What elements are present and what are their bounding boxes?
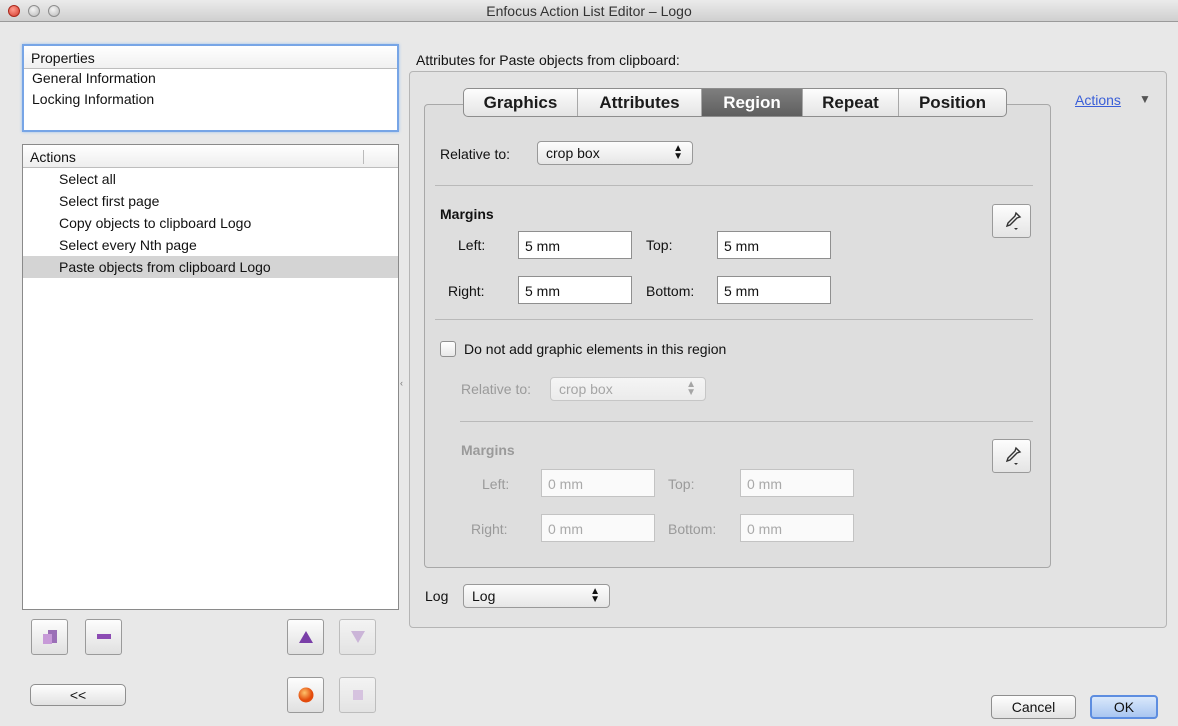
divider <box>435 319 1033 320</box>
move-up-button[interactable] <box>287 619 324 655</box>
stop-button[interactable] <box>339 677 376 713</box>
divider <box>460 421 1033 422</box>
action-item-copy-objects[interactable]: Copy objects to clipboard Logo <box>23 212 398 234</box>
exclude-region-label: Do not add graphic elements in this regi… <box>464 341 727 357</box>
exclude-region-checkbox[interactable] <box>440 341 456 357</box>
action-item-select-first-page[interactable]: Select first page <box>23 190 398 212</box>
region-tab-content <box>424 104 1051 568</box>
collapse-button[interactable]: << <box>30 684 126 706</box>
arrow-down-icon <box>350 631 365 643</box>
exclusion-relative-to-label: Relative to: <box>461 381 532 397</box>
arrow-up-icon <box>298 631 313 643</box>
exclusion-right-label: Right: <box>471 521 508 537</box>
properties-item-locking[interactable]: Locking Information <box>24 90 397 111</box>
relative-to-value: crop box <box>546 145 600 161</box>
exclusion-top-label: Top: <box>668 476 695 492</box>
exclusion-relative-to-value: crop box <box>559 381 613 397</box>
run-button[interactable] <box>287 677 324 713</box>
action-item-select-all[interactable]: Select all <box>23 168 398 190</box>
log-value: Log <box>472 588 496 604</box>
window-title: Enfocus Action List Editor – Logo <box>486 3 692 19</box>
cancel-button[interactable]: Cancel <box>991 695 1076 719</box>
move-down-button[interactable] <box>339 619 376 655</box>
margins-heading: Margins <box>440 206 494 222</box>
top-margin-input[interactable]: 5 mm <box>717 231 831 259</box>
properties-item-general[interactable]: General Information <box>24 69 397 90</box>
remove-action-button[interactable] <box>85 619 122 655</box>
bottom-margin-label: Bottom: <box>646 283 695 299</box>
properties-header: Properties <box>24 46 397 69</box>
add-action-button[interactable] <box>31 619 68 655</box>
divider <box>435 185 1033 186</box>
exclusion-margins-heading: Margins <box>461 442 515 458</box>
tab-repeat[interactable]: Repeat <box>803 89 899 116</box>
log-select[interactable]: Log ▲ ▼ <box>463 584 610 608</box>
pick-exclusion-margins-button[interactable] <box>992 439 1031 473</box>
actions-menu-link[interactable]: Actions <box>1075 92 1121 108</box>
exclusion-right-input[interactable]: 0 mm <box>541 514 655 542</box>
tab-position[interactable]: Position <box>899 89 1006 116</box>
attribute-tabs: Graphics Attributes Region Repeat Positi… <box>463 88 1007 117</box>
add-action-icon <box>42 630 57 644</box>
bottom-margin-input[interactable]: 5 mm <box>717 276 831 304</box>
title-bar: Enfocus Action List Editor – Logo <box>0 0 1178 22</box>
exclusion-top-input[interactable]: 0 mm <box>740 469 854 497</box>
right-margin-label: Right: <box>448 283 485 299</box>
eyedropper-icon <box>1005 446 1021 465</box>
actions-list: Actions Select all Select first page Cop… <box>22 144 399 610</box>
properties-list: Properties General Information Locking I… <box>22 44 399 132</box>
select-arrows-icon: ▲ ▼ <box>590 586 600 605</box>
column-separator <box>363 150 364 164</box>
select-arrows-icon: ▲ ▼ <box>686 379 696 398</box>
left-margin-label: Left: <box>458 237 486 253</box>
exclusion-bottom-input[interactable]: 0 mm <box>740 514 854 542</box>
ok-button[interactable]: OK <box>1090 695 1158 719</box>
exclusion-bottom-label: Bottom: <box>668 521 717 537</box>
exclusion-left-input[interactable]: 0 mm <box>541 469 655 497</box>
action-item-paste-objects[interactable]: Paste objects from clipboard Logo <box>23 256 398 278</box>
record-icon <box>298 687 313 703</box>
relative-to-label: Relative to: <box>440 146 511 162</box>
tab-region[interactable]: Region <box>702 89 803 116</box>
exclusion-relative-to-select[interactable]: crop box ▲ ▼ <box>550 377 706 401</box>
left-margin-input[interactable]: 5 mm <box>518 231 632 259</box>
eyedropper-icon <box>1005 211 1021 230</box>
tab-graphics[interactable]: Graphics <box>464 89 578 116</box>
attributes-heading: Attributes for Paste objects from clipbo… <box>416 52 680 68</box>
actions-header-label: Actions <box>30 149 76 165</box>
relative-to-select[interactable]: crop box ▲ ▼ <box>537 141 693 165</box>
splitter-handle[interactable]: ‹ <box>400 378 404 388</box>
top-margin-label: Top: <box>646 237 673 253</box>
pick-margins-button[interactable] <box>992 204 1031 238</box>
action-item-select-every-nth[interactable]: Select every Nth page <box>23 234 398 256</box>
stop-icon <box>352 690 363 700</box>
actions-list-header: Actions <box>23 145 398 168</box>
right-margin-input[interactable]: 5 mm <box>518 276 632 304</box>
chevron-down-icon: ▼ <box>1139 92 1151 106</box>
log-label: Log <box>425 588 449 604</box>
minus-icon <box>96 634 111 639</box>
select-arrows-icon: ▲ ▼ <box>673 143 683 162</box>
tab-attributes[interactable]: Attributes <box>578 89 702 116</box>
exclusion-left-label: Left: <box>482 476 510 492</box>
